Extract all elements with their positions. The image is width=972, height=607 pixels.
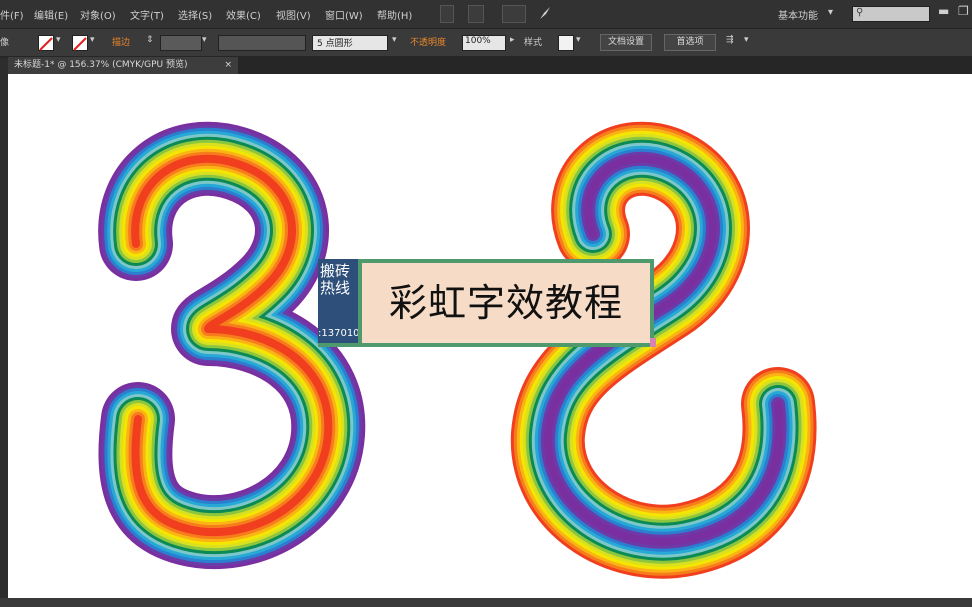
close-icon[interactable]: ×: [224, 57, 232, 74]
status-bar: [0, 598, 972, 607]
tools-panel-edge: [0, 58, 8, 598]
document-setup-button[interactable]: 文档设置: [600, 34, 652, 51]
document-tab-title: 未标题-1* @ 156.37% (CMYK/GPU 预览): [14, 60, 188, 70]
stroke-stepper[interactable]: ⇕: [146, 35, 154, 45]
restore-button[interactable]: ❐: [958, 4, 969, 18]
fill-swatch[interactable]: [38, 35, 54, 51]
title-corner-mark: [650, 338, 656, 347]
bridge-icon[interactable]: [440, 5, 454, 23]
menu-type[interactable]: 文字(T): [130, 7, 164, 22]
opacity-dropdown-icon[interactable]: ▸: [510, 35, 515, 45]
preferences-button[interactable]: 首选项: [664, 34, 716, 51]
style-swatch[interactable]: [558, 35, 574, 51]
watermark-badge: 搬砖 热线 :137010: [318, 259, 360, 347]
fill-dropdown-icon[interactable]: ▾: [56, 35, 61, 45]
stroke-weight-dropdown[interactable]: ▾: [202, 35, 207, 45]
rainbow-digit-2: [510, 121, 817, 579]
stroke-label[interactable]: 描边: [112, 35, 130, 48]
align-icon[interactable]: ⇶: [726, 35, 734, 45]
watermark-line-1: 搬砖: [320, 262, 351, 280]
selection-label: 像: [0, 38, 10, 48]
menu-bar: 件(F) 编辑(E) 对象(O) 文字(T) 选择(S) 效果(C) 视图(V)…: [0, 0, 972, 28]
menu-help[interactable]: 帮助(H): [377, 7, 412, 22]
variable-width-profile[interactable]: [218, 35, 306, 51]
stroke-weight-field[interactable]: [160, 35, 202, 51]
document-tab[interactable]: 未标题-1* @ 156.37% (CMYK/GPU 预览) ×: [8, 57, 238, 74]
menu-view[interactable]: 视图(V): [276, 7, 311, 22]
opacity-field[interactable]: 100%: [462, 35, 506, 51]
menu-file[interactable]: 件(F): [0, 7, 24, 22]
document-tab-bar: 未标题-1* @ 156.37% (CMYK/GPU 预览) ×: [0, 56, 972, 74]
search-input[interactable]: ⚲: [852, 6, 930, 22]
panel-menu-icon[interactable]: ▾: [744, 35, 749, 45]
arrange-documents-icon[interactable]: [502, 5, 526, 23]
watermark-number: :137010: [318, 328, 360, 339]
style-dropdown-icon[interactable]: ▾: [576, 35, 581, 45]
rainbow-digit-3: [98, 121, 366, 570]
search-icon: ⚲: [856, 7, 864, 18]
stroke-swatch[interactable]: [72, 35, 88, 51]
rocket-icon[interactable]: [538, 5, 552, 21]
control-bar: 像 ▾ ▾ 描边 ⇕ ▾ 5 点圆形 ▾ 不透明度 100% ▸ 样式 ▾ 文档…: [0, 28, 972, 57]
tutorial-title: 彩虹字效教程: [358, 259, 654, 347]
watermark-line-2: 热线: [320, 279, 351, 297]
menu-effect[interactable]: 效果(C): [226, 7, 261, 22]
menu-select[interactable]: 选择(S): [178, 7, 212, 22]
chevron-down-icon[interactable]: ▾: [828, 7, 833, 18]
stock-icon[interactable]: [468, 5, 484, 23]
brush-dropdown-icon[interactable]: ▾: [392, 35, 397, 45]
menu-edit[interactable]: 编辑(E): [34, 7, 68, 22]
menu-object[interactable]: 对象(O): [80, 7, 116, 22]
minimize-button[interactable]: ▬: [938, 4, 949, 18]
workspace-switcher[interactable]: 基本功能: [778, 7, 818, 22]
style-label: 样式: [524, 38, 543, 48]
stroke-dropdown-icon[interactable]: ▾: [90, 35, 95, 45]
brush-definition[interactable]: 5 点圆形: [312, 35, 388, 51]
opacity-label[interactable]: 不透明度: [410, 35, 446, 48]
menu-window[interactable]: 窗口(W): [325, 7, 363, 22]
